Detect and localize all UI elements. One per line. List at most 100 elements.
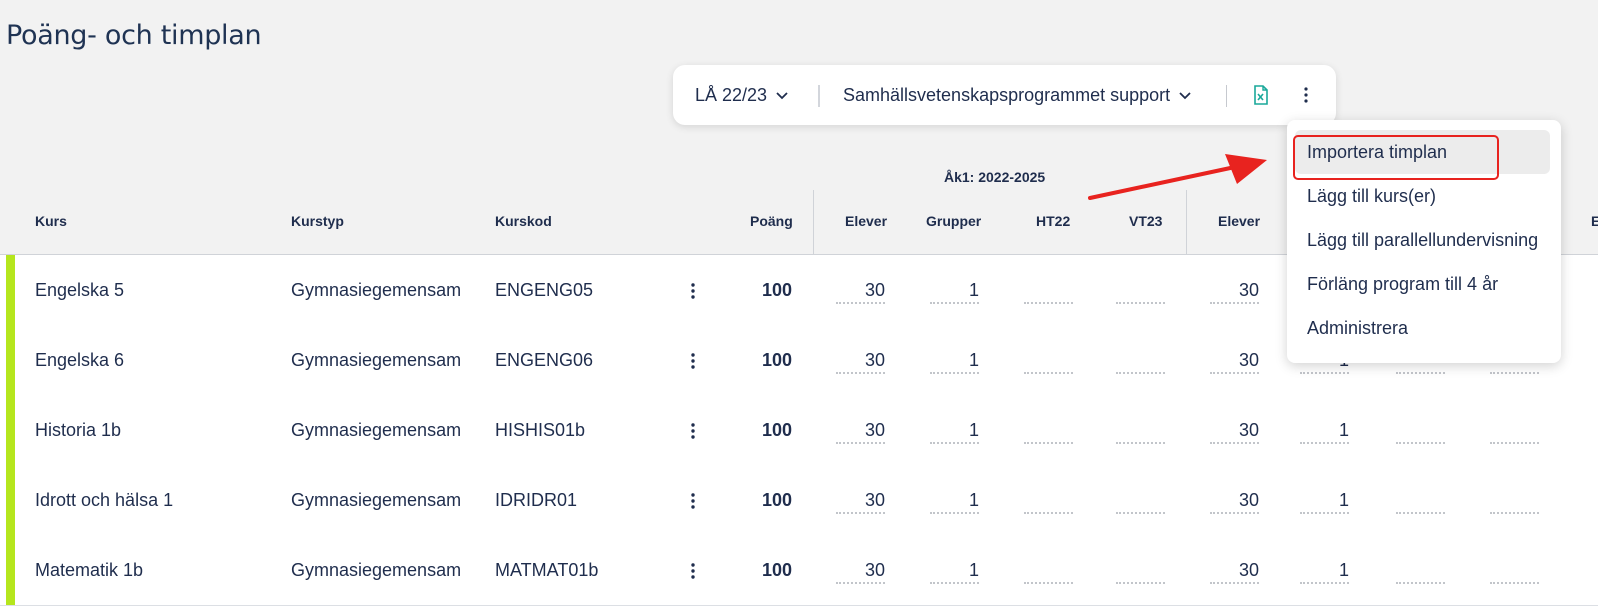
input-grupper[interactable]: 1 xyxy=(930,255,979,325)
row-status-stripe xyxy=(6,465,15,535)
cell-kurstyp: Gymnasiegemensam xyxy=(291,489,462,510)
input-grupper[interactable]: 1 xyxy=(930,465,979,535)
input-vt[interactable] xyxy=(1490,582,1539,584)
table-row: Historia 1b Gymnasiegemensam HISHIS01b 1… xyxy=(0,395,1598,466)
chevron-down-icon xyxy=(776,92,788,100)
cell-kurs: Engelska 6 xyxy=(35,349,125,370)
input-ht22[interactable] xyxy=(1024,512,1073,514)
row-menu-button[interactable] xyxy=(684,281,702,301)
input-underline xyxy=(930,302,979,304)
input-ht22[interactable] xyxy=(1024,442,1073,444)
row-menu-button[interactable] xyxy=(684,421,702,441)
program-select-label: Samhällsvetenskapsprogrammet support xyxy=(843,84,1171,105)
input-ht[interactable] xyxy=(1396,582,1445,584)
menu-item-lagg-till-kurser[interactable]: Lägg till kurs(er) xyxy=(1287,174,1561,218)
input-underline xyxy=(836,582,885,584)
year-group-header: Åk1: 2022-2025 xyxy=(944,169,1046,185)
input-elever[interactable]: 30 xyxy=(836,465,885,535)
cell-kurskod: HISHIS01b xyxy=(495,419,586,440)
input-vt23[interactable] xyxy=(1116,512,1165,514)
input-elever-2[interactable]: 30 xyxy=(1210,535,1259,605)
input-vt[interactable] xyxy=(1490,512,1539,514)
input-underline xyxy=(1300,582,1349,584)
cell-kurs: Engelska 5 xyxy=(35,279,125,300)
program-select[interactable]: Samhällsvetenskapsprogrammet support xyxy=(843,65,1192,125)
cell-kurstyp: Gymnasiegemensam xyxy=(291,279,462,300)
cell-kurs: Idrott och hälsa 1 xyxy=(35,489,174,510)
input-elever-2[interactable]: 30 xyxy=(1210,255,1259,325)
row-menu-button[interactable] xyxy=(684,351,702,371)
input-underline xyxy=(1210,512,1259,514)
input-elever[interactable]: 30 xyxy=(836,325,885,395)
col-header-kurstyp[interactable]: Kurstyp xyxy=(291,213,344,229)
cell-poang: 100 xyxy=(761,489,792,510)
more-vert-icon xyxy=(691,493,695,509)
input-ht22[interactable] xyxy=(1024,302,1073,304)
input-vt23[interactable] xyxy=(1116,372,1165,374)
cell-kurskod: ENGENG05 xyxy=(495,279,594,300)
cell-kurstyp: Gymnasiegemensam xyxy=(291,559,462,580)
col-header-kurs[interactable]: Kurs xyxy=(35,213,67,229)
input-elever[interactable]: 30 xyxy=(836,395,885,465)
input-underline xyxy=(836,372,885,374)
menu-item-lagg-till-parallellundervisning[interactable]: Lägg till parallellundervisning xyxy=(1287,218,1561,262)
input-vt23[interactable] xyxy=(1116,582,1165,584)
row-status-stripe xyxy=(6,535,15,605)
row-menu-button[interactable] xyxy=(684,561,702,581)
input-underline xyxy=(1210,372,1259,374)
cell-poang: 100 xyxy=(761,419,792,440)
input-grupper-2[interactable]: 1 xyxy=(1300,465,1349,535)
cell-kurs: Historia 1b xyxy=(35,419,122,440)
input-elever-2[interactable]: 30 xyxy=(1210,325,1259,395)
col-header-extra[interactable]: E xyxy=(1591,213,1598,229)
menu-item-forlang-program[interactable]: Förläng program till 4 år xyxy=(1287,262,1561,306)
row-menu-button[interactable] xyxy=(684,491,702,511)
input-underline xyxy=(1210,302,1259,304)
excel-export-button[interactable] xyxy=(1247,81,1275,109)
input-underline xyxy=(836,442,885,444)
cell-kurskod: ENGENG06 xyxy=(495,349,594,370)
input-underline xyxy=(930,582,979,584)
input-grupper[interactable]: 1 xyxy=(930,325,979,395)
col-header-kurskod[interactable]: Kurskod xyxy=(495,213,552,229)
col-header-elever[interactable]: Elever xyxy=(845,213,887,229)
input-elever[interactable]: 30 xyxy=(836,255,885,325)
input-underline xyxy=(930,442,979,444)
input-ht[interactable] xyxy=(1396,372,1445,374)
input-grupper[interactable]: 1 xyxy=(930,535,979,605)
col-header-grupper[interactable]: Grupper xyxy=(926,213,981,229)
input-grupper-2[interactable]: 1 xyxy=(1300,395,1349,465)
year-select[interactable]: LÅ 22/23 xyxy=(695,65,789,125)
more-options-button[interactable] xyxy=(1292,81,1320,109)
input-vt23[interactable] xyxy=(1116,442,1165,444)
menu-item-label: Förläng program till 4 år xyxy=(1307,273,1499,294)
menu-item-importera-timplan[interactable]: Importera timplan xyxy=(1295,130,1550,174)
input-grupper-2[interactable]: 1 xyxy=(1300,535,1349,605)
input-grupper[interactable]: 1 xyxy=(930,395,979,465)
col-header-poang[interactable]: Poäng xyxy=(750,213,793,229)
input-underline xyxy=(1300,512,1349,514)
input-ht22[interactable] xyxy=(1024,582,1073,584)
input-vt23[interactable] xyxy=(1116,302,1165,304)
cell-kurskod: IDRIDR01 xyxy=(495,489,578,510)
input-elever[interactable]: 30 xyxy=(836,535,885,605)
input-elever-2[interactable]: 30 xyxy=(1210,395,1259,465)
cell-poang: 100 xyxy=(761,349,792,370)
col-header-ht22[interactable]: HT22 xyxy=(1036,213,1070,229)
input-underline xyxy=(930,372,979,374)
input-vt[interactable] xyxy=(1490,372,1539,374)
col-header-elever-2[interactable]: Elever xyxy=(1218,213,1260,229)
row-status-stripe xyxy=(6,255,15,325)
menu-item-administrera[interactable]: Administrera xyxy=(1287,306,1561,350)
year-select-label: LÅ 22/23 xyxy=(695,84,768,105)
input-vt[interactable] xyxy=(1490,442,1539,444)
input-ht[interactable] xyxy=(1396,442,1445,444)
input-underline xyxy=(1300,442,1349,444)
input-ht22[interactable] xyxy=(1024,372,1073,374)
input-elever-2[interactable]: 30 xyxy=(1210,465,1259,535)
col-header-vt23[interactable]: VT23 xyxy=(1129,213,1162,229)
input-ht[interactable] xyxy=(1396,512,1445,514)
table-row: Matematik 1b Gymnasiegemensam MATMAT01b … xyxy=(0,535,1598,606)
cell-kurskod: MATMAT01b xyxy=(495,559,599,580)
input-underline xyxy=(1210,582,1259,584)
